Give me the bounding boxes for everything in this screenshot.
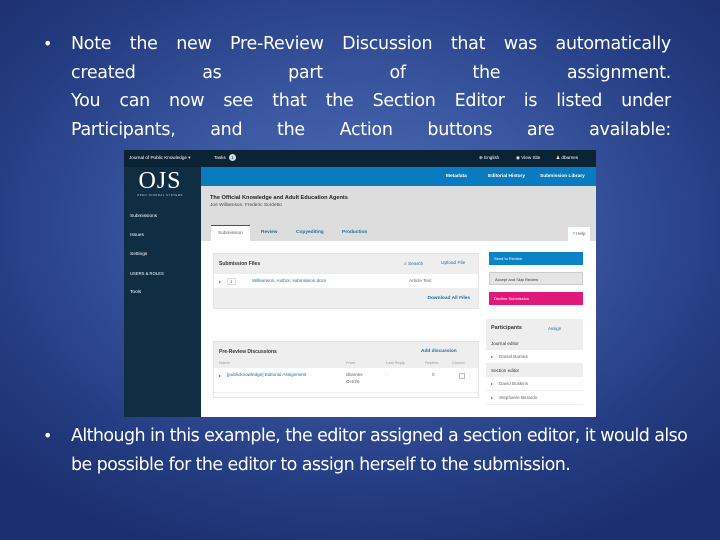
help-button[interactable]: ? Help: [568, 227, 590, 241]
discussion-name-link[interactable]: [publicknowledge] Editorial Assignment: [227, 372, 306, 377]
discussion-row: ▸ [publicknowledge] Editorial Assignment…: [214, 368, 478, 393]
tasks-label: Tasks: [214, 155, 226, 160]
column-header-closed[interactable]: Closed: [452, 360, 464, 365]
expand-triangle-icon[interactable]: ▸: [491, 354, 493, 359]
language-label: English: [484, 155, 500, 160]
participant-role-group: Journal editor: [486, 337, 583, 350]
sidebar-item-settings[interactable]: Settings: [130, 252, 147, 257]
ojs-sidebar: OJS OPEN JOURNAL SYSTEMS Submissions Iss…: [124, 167, 201, 417]
ojs-logo-subtitle: OPEN JOURNAL SYSTEMS: [137, 193, 183, 197]
participant-name: Stephanie Berardo: [499, 395, 538, 400]
file-row: ▸ 1 Williamson, Author, submission.docx …: [214, 274, 478, 289]
participants-panel: Participants Assign Journal editor ▸ Dan…: [486, 319, 583, 417]
discussion-from-date: Oct/26: [346, 379, 360, 384]
submission-header-bar: Metadata Editorial History Submission Li…: [201, 167, 596, 186]
sidebar-item-submissions[interactable]: Submissions: [130, 214, 157, 219]
bullet-1-text: Note the new Pre-Review Discussion that was aut…: [71, 30, 671, 144]
bullet-1-line: created as part of the assignment.: [71, 62, 671, 83]
participant-role-group: Section editor: [486, 364, 583, 377]
ojs-screenshot: Journal of Public Knowledge ▾ Tasks 1 ⊕ …: [124, 150, 596, 417]
participant-row[interactable]: ▸ Daniel Barnes: [486, 350, 583, 364]
discussion-from-user: dbarnes: [346, 372, 363, 377]
language-link[interactable]: ⊕ English: [479, 155, 499, 161]
search-icon: ⌕: [404, 262, 407, 267]
metadata-link[interactable]: Metadata: [446, 174, 467, 179]
bullet-dot: •: [43, 34, 53, 53]
download-all-files-link[interactable]: Download All Files: [428, 296, 470, 301]
submission-title: The Official Knowledge and Adult Educati…: [210, 195, 348, 201]
files-panel-title: Submission Files: [219, 261, 261, 267]
accept-skip-review-button[interactable]: Accept and Skip Review: [489, 272, 583, 285]
eye-icon: ◉: [516, 155, 521, 160]
journal-name: Journal of Public Knowledge: [129, 155, 187, 160]
tasks-count-badge: 1: [229, 154, 237, 161]
user-icon: ♟: [556, 155, 561, 160]
view-site-label: View Site: [521, 155, 541, 160]
participant-name: Daniel Barnes: [499, 354, 528, 359]
tab-review[interactable]: Review: [261, 225, 278, 241]
help-label: Help: [576, 231, 586, 236]
tasks-button[interactable]: Tasks 1: [214, 154, 237, 161]
column-header-last-reply[interactable]: Last Reply: [386, 360, 405, 365]
journal-switcher[interactable]: Journal of Public Knowledge ▾: [129, 155, 191, 161]
decline-submission-button[interactable]: Decline Submission: [489, 292, 583, 305]
participants-title: Participants: [491, 325, 522, 331]
column-header-replies[interactable]: Replies: [425, 360, 438, 365]
participant-name: David Buskins: [499, 381, 529, 386]
bullet-dot: •: [43, 426, 53, 445]
expand-triangle-icon[interactable]: ▸: [491, 381, 493, 386]
submission-library-link[interactable]: Submission Library: [540, 174, 585, 179]
pre-review-discussions-panel: Pre-Review Discussions Add discussion Na…: [213, 341, 479, 398]
help-icon: ?: [572, 231, 575, 236]
file-type: Article Text: [409, 278, 432, 283]
file-name-link[interactable]: Williamson, Author, submission.docx: [252, 278, 326, 283]
submission-authors: Joe Williamson, Frederic Sordetto: [210, 203, 282, 208]
tab-production[interactable]: Production: [342, 225, 367, 241]
bullet-1-line: You can now see that the Section Editor is listed…: [71, 91, 671, 111]
bullet-2-text: Although in this example, the editor ass…: [71, 426, 688, 475]
user-name: dbarnes: [561, 155, 579, 160]
tab-submission[interactable]: Submission: [211, 225, 250, 242]
sidebar-item-users-roles[interactable]: USERS & ROLES: [130, 271, 164, 276]
view-site-link[interactable]: ◉ View Site: [516, 155, 540, 161]
tab-copyediting[interactable]: Copyediting: [296, 225, 324, 241]
discussion-closed-checkbox[interactable]: [459, 373, 465, 379]
ojs-topbar: Journal of Public Knowledge ▾ Tasks 1 ⊕ …: [124, 150, 596, 167]
expand-triangle-icon[interactable]: ▸: [219, 373, 221, 378]
globe-icon: ⊕: [479, 155, 483, 160]
add-discussion-link[interactable]: Add discussion: [421, 349, 457, 354]
column-header-name[interactable]: Name: [219, 360, 230, 365]
participant-row[interactable]: ▸ Stephanie Berardo: [486, 391, 583, 405]
files-panel-header: Submission Files ⌕ Search Upload File: [214, 254, 478, 274]
send-to-review-button[interactable]: Send to Review: [489, 252, 583, 265]
upload-file-link[interactable]: Upload File: [441, 261, 465, 266]
assign-participant-link[interactable]: Assign: [548, 326, 561, 331]
discussion-last-reply: -: [386, 372, 388, 377]
discussion-replies: 0: [432, 372, 435, 377]
participant-row[interactable]: ▸ David Buskins: [486, 377, 583, 391]
user-menu[interactable]: ♟ dbarnes: [556, 155, 578, 161]
submission-titlebar: The Official Knowledge and Adult Educati…: [201, 186, 596, 242]
file-id: 1: [227, 278, 236, 285]
search-label: Search: [408, 262, 424, 267]
files-panel-footer: Download All Files: [214, 289, 478, 308]
discussions-panel-header: Pre-Review Discussions Add discussion Na…: [214, 342, 478, 368]
sidebar-item-tools[interactable]: Tools: [130, 290, 141, 295]
sidebar-item-issues[interactable]: Issues: [130, 233, 144, 238]
ojs-logo[interactable]: OJS: [130, 168, 190, 194]
bullet-1-line: Participants, and the Action buttons are avail…: [71, 119, 671, 140]
chevron-down-icon: ▾: [188, 155, 191, 160]
bullet-1-line: Note the new Pre-Review Discussion that was aut…: [71, 34, 671, 54]
participants-header: Participants Assign: [486, 319, 583, 337]
discussions-panel-title: Pre-Review Discussions: [219, 349, 277, 355]
editorial-history-link[interactable]: Editorial History: [488, 174, 525, 179]
expand-triangle-icon[interactable]: ▸: [219, 279, 221, 284]
submission-files-panel: Submission Files ⌕ Search Upload File ▸ …: [213, 253, 479, 309]
submission-content: Submission Files ⌕ Search Upload File ▸ …: [201, 241, 596, 417]
role-journal-editor: Journal editor: [491, 341, 519, 346]
expand-triangle-icon[interactable]: ▸: [491, 395, 493, 400]
role-section-editor: Section editor: [491, 368, 520, 373]
files-search-link[interactable]: ⌕ Search: [404, 261, 423, 267]
column-header-from[interactable]: From: [346, 360, 355, 365]
